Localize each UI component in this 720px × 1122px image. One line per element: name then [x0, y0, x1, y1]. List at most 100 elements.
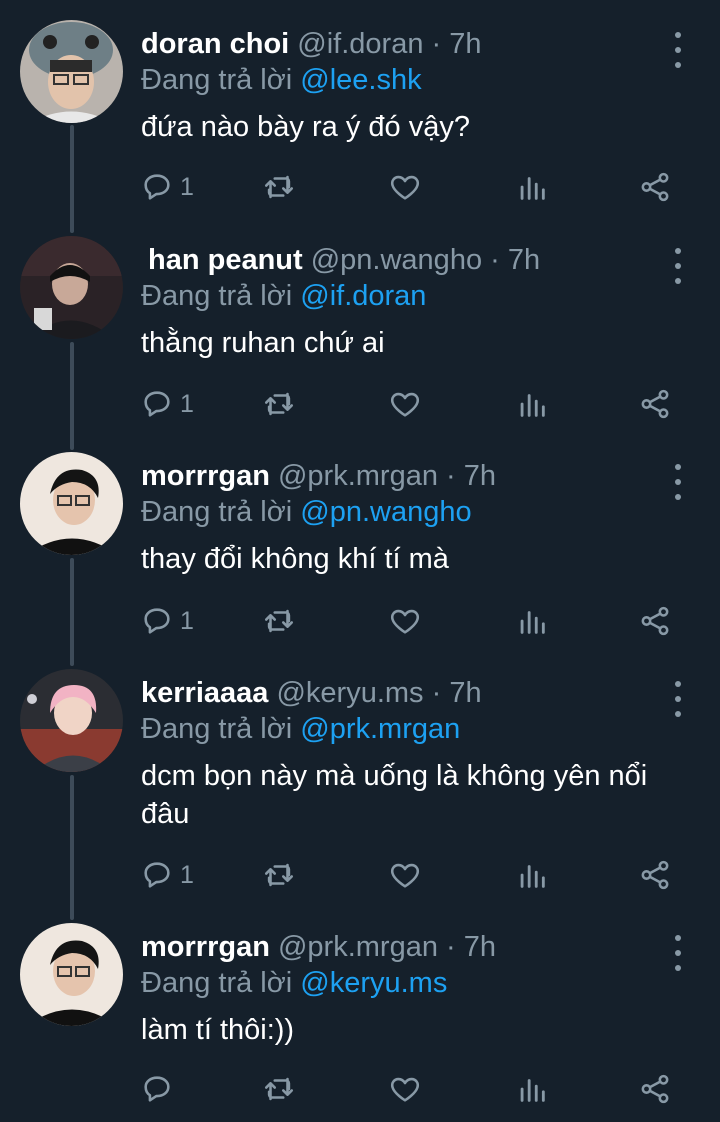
tweet-text: thay đổi không khí tí mà	[141, 543, 449, 575]
heart-icon	[390, 863, 420, 888]
retweet-button[interactable]	[262, 167, 296, 207]
like-button[interactable]	[388, 855, 422, 895]
reply-button[interactable]: 1	[140, 855, 194, 895]
replying-to-label: Đang trả lời	[141, 967, 301, 999]
tweet[interactable]: morrrgan @prk.mrgan · 7h Đang trả lời @k…	[0, 923, 720, 1118]
replying-to-label: Đang trả lời	[141, 713, 301, 745]
separator-dot: ·	[431, 28, 442, 60]
retweet-button[interactable]	[262, 855, 296, 895]
like-button[interactable]	[388, 167, 422, 207]
share-button[interactable]	[638, 384, 672, 424]
heart-icon	[390, 175, 420, 200]
display-name[interactable]: doran choi	[141, 28, 289, 60]
display-name[interactable]: morrrgan	[141, 460, 270, 492]
avatar[interactable]	[20, 923, 123, 1026]
reply-button[interactable]	[140, 1069, 180, 1109]
tweet-header: morrrgan @prk.mrgan · 7h	[141, 458, 496, 494]
user-handle[interactable]: @if.doran	[297, 28, 423, 60]
avatar[interactable]	[20, 669, 123, 772]
tweet-header: morrrgan @prk.mrgan · 7h	[141, 929, 496, 965]
tweet-actions: 1	[0, 601, 720, 641]
share-icon	[641, 389, 669, 419]
reply-icon	[144, 608, 170, 634]
tweet-header: doran choi @if.doran · 7h	[141, 26, 482, 62]
reply-icon	[144, 862, 170, 888]
display-name[interactable]: han peanut	[148, 244, 303, 276]
like-button[interactable]	[388, 384, 422, 424]
timestamp[interactable]: 7h	[464, 931, 496, 963]
stats-button[interactable]	[515, 384, 549, 424]
retweet-icon	[264, 175, 294, 199]
separator-dot: ·	[446, 931, 456, 963]
avatar[interactable]	[20, 20, 123, 123]
reply-icon	[144, 174, 170, 200]
tweet-actions: 1	[0, 167, 720, 207]
more-vertical-icon[interactable]	[664, 681, 692, 717]
more-vertical-icon[interactable]	[664, 248, 692, 284]
share-button[interactable]	[638, 1069, 672, 1109]
retweet-icon	[264, 609, 294, 633]
retweet-icon	[264, 863, 294, 887]
reply-count: 1	[180, 860, 194, 889]
reply-icon	[144, 1076, 170, 1102]
display-name[interactable]: morrrgan	[141, 931, 270, 963]
share-button[interactable]	[638, 167, 672, 207]
avatar[interactable]	[20, 236, 123, 339]
tweet[interactable]: morrrgan @prk.mrgan · 7h Đang trả lời @p…	[0, 452, 720, 652]
reply-button[interactable]: 1	[140, 384, 194, 424]
stats-button[interactable]	[515, 1069, 549, 1109]
replying-to: Đang trả lời @lee.shk	[141, 62, 422, 98]
mention-link[interactable]: @keryu.ms	[300, 967, 447, 999]
stats-icon	[520, 611, 545, 634]
tweet-text: đứa nào bày ra ý đó vậy?	[141, 111, 470, 143]
timestamp[interactable]: 7h	[508, 244, 540, 276]
heart-icon	[390, 392, 420, 417]
more-vertical-icon[interactable]	[664, 464, 692, 500]
timestamp[interactable]: 7h	[464, 460, 496, 492]
more-vertical-icon[interactable]	[664, 32, 692, 68]
reply-count: 1	[180, 606, 194, 635]
tweet-text: dcm bọn này mà uống là không yên nổi đâu	[141, 760, 648, 830]
separator-dot: ·	[490, 244, 500, 276]
stats-button[interactable]	[515, 167, 549, 207]
share-icon	[641, 860, 669, 890]
share-button[interactable]	[638, 601, 672, 641]
timestamp[interactable]: 7h	[449, 28, 481, 60]
tweet[interactable]: doran choi @if.doran · 7h Đang trả lời @…	[0, 20, 720, 220]
avatar[interactable]	[20, 452, 123, 555]
mention-link[interactable]: @lee.shk	[300, 64, 421, 96]
display-name[interactable]: kerriaaaa	[141, 677, 268, 709]
tweet-actions: 1	[0, 384, 720, 424]
mention-link[interactable]: @if.doran	[300, 280, 426, 312]
reply-button[interactable]: 1	[140, 167, 194, 207]
timestamp[interactable]: 7h	[449, 677, 481, 709]
like-button[interactable]	[388, 1069, 422, 1109]
retweet-button[interactable]	[262, 384, 296, 424]
share-button[interactable]	[638, 855, 672, 895]
user-handle[interactable]: @pn.wangho	[311, 244, 482, 276]
tweet[interactable]: kerriaaaa @keryu.ms · 7h Đang trả lời @p…	[0, 669, 720, 909]
share-icon	[641, 172, 669, 202]
tweet[interactable]: han peanut @pn.wangho · 7h Đang trả lời …	[0, 236, 720, 436]
retweet-button[interactable]	[262, 601, 296, 641]
tweet-header: han peanut @pn.wangho · 7h	[141, 242, 540, 278]
retweet-button[interactable]	[262, 1069, 296, 1109]
stats-button[interactable]	[515, 601, 549, 641]
user-handle[interactable]: @prk.mrgan	[278, 931, 438, 963]
share-icon	[641, 1074, 669, 1104]
stats-button[interactable]	[515, 855, 549, 895]
user-handle[interactable]: @keryu.ms	[276, 677, 423, 709]
reply-count: 1	[180, 389, 194, 418]
stats-icon	[520, 865, 545, 888]
mention-link[interactable]: @prk.mrgan	[300, 713, 460, 745]
stats-icon	[520, 394, 545, 417]
like-button[interactable]	[388, 601, 422, 641]
mention-link[interactable]: @pn.wangho	[300, 496, 471, 528]
more-vertical-icon[interactable]	[664, 935, 692, 971]
user-handle[interactable]: @prk.mrgan	[278, 460, 438, 492]
reply-button[interactable]: 1	[140, 601, 194, 641]
replying-to-label: Đang trả lời	[141, 280, 301, 312]
replying-to: Đang trả lời @if.doran	[141, 278, 426, 314]
replying-to: Đang trả lời @keryu.ms	[141, 965, 447, 1001]
tweet-actions: 1	[0, 855, 720, 895]
